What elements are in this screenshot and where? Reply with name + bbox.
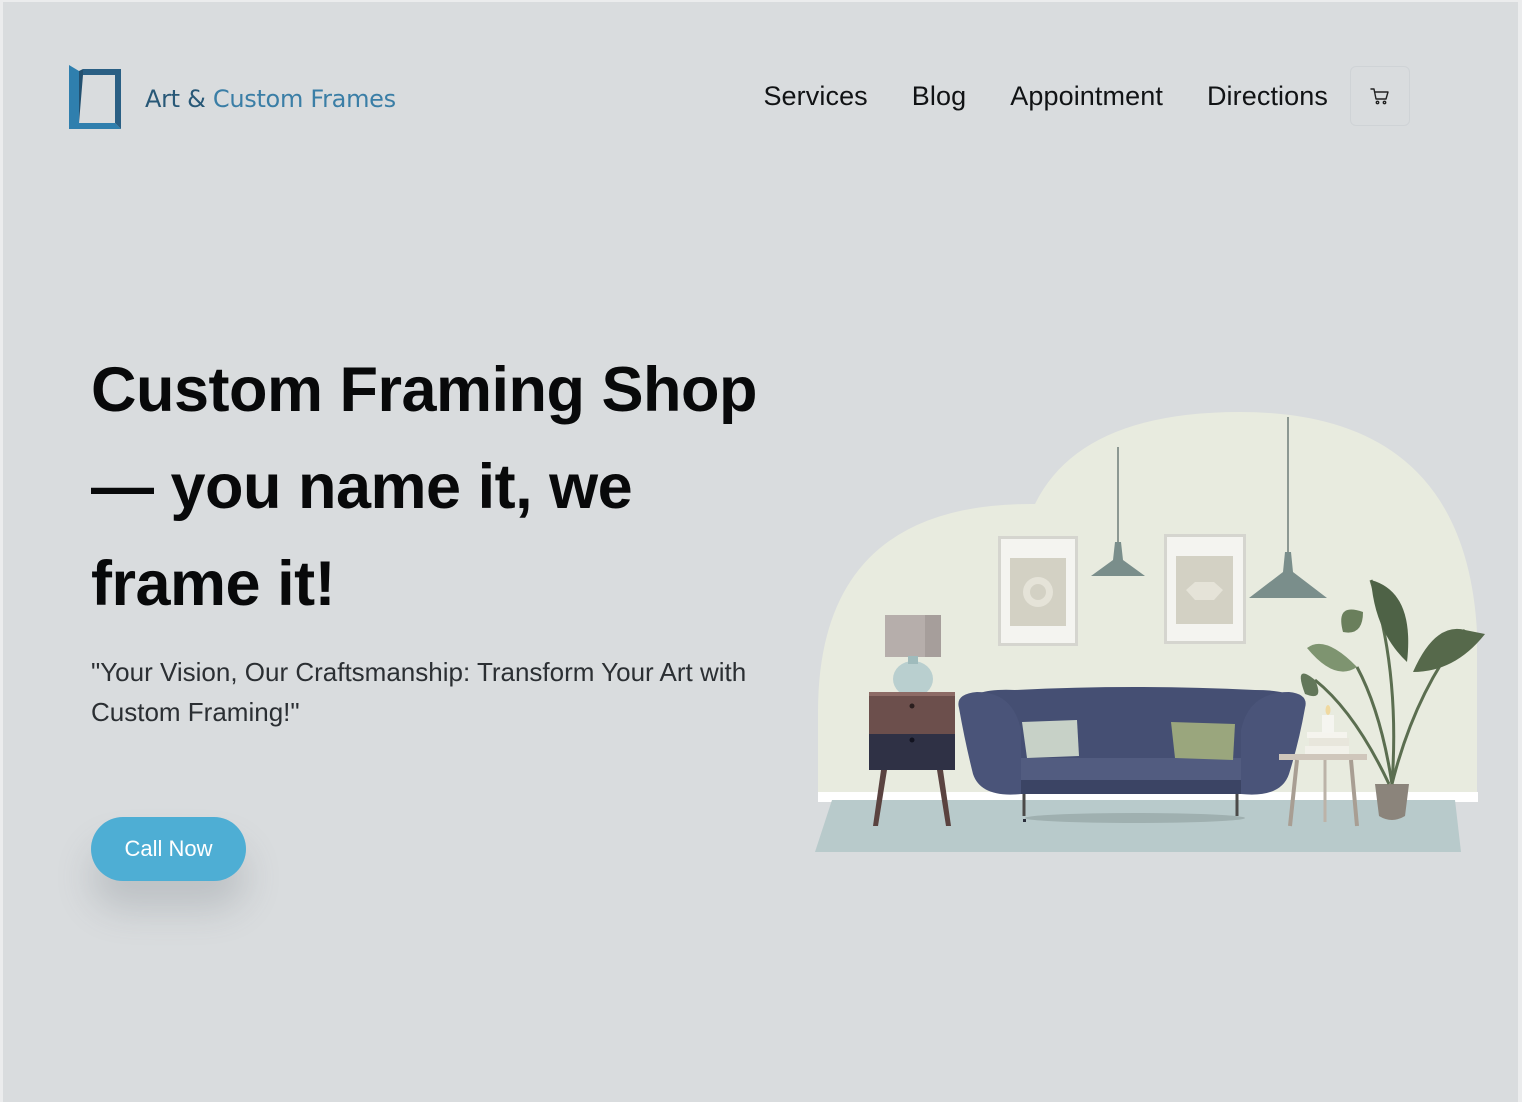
brand-name: Art & Custom Frames xyxy=(145,85,396,113)
site-logo[interactable]: Art & Custom Frames xyxy=(69,64,396,132)
cart-icon xyxy=(1370,88,1389,105)
nav-services-link[interactable]: Services xyxy=(763,81,867,112)
hero-subtitle: "Your Vision, Our Craftsmanship: Transfo… xyxy=(91,657,747,727)
nav-blog-link[interactable]: Blog xyxy=(912,81,966,112)
call-now-button[interactable]: Call Now xyxy=(91,817,246,881)
living-room-illustration xyxy=(815,412,1485,852)
page: Art & Custom Frames Services Blog Appoin… xyxy=(3,2,1518,1102)
hero-title: Custom Framing Shop — you name it, we fr… xyxy=(91,355,758,619)
nav-directions-link[interactable]: Directions xyxy=(1207,81,1328,112)
nav-appointment-link[interactable]: Appointment xyxy=(1010,81,1163,112)
cart-button[interactable] xyxy=(1350,66,1410,126)
main-nav: Services Blog Appointment Directions xyxy=(763,66,1410,126)
frame-logo-icon xyxy=(69,65,121,129)
